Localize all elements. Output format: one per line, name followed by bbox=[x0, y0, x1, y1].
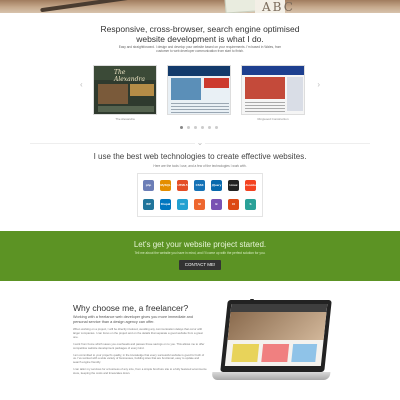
tech-logo-label: Joomla bbox=[245, 183, 256, 187]
chevron-right-icon[interactable]: › bbox=[317, 80, 320, 89]
tech-title: I use the best web technologies to creat… bbox=[93, 152, 307, 161]
slider-dot[interactable] bbox=[194, 126, 197, 129]
why-paragraph: When working on a project, I will be dir… bbox=[73, 327, 203, 339]
laptop-mockup bbox=[211, 300, 332, 400]
tech-logo-label: Linux bbox=[229, 183, 238, 187]
generic-icon: S bbox=[245, 199, 256, 210]
pencil-graphic bbox=[40, 0, 130, 13]
why-lead: Working with a freelance web developer g… bbox=[73, 315, 194, 324]
slide-caption: Ringwood Construction bbox=[257, 117, 289, 121]
slide-thumbnail[interactable] bbox=[167, 65, 231, 115]
slider-dot[interactable] bbox=[180, 126, 183, 129]
slide-thumbnail[interactable]: The Alexandra bbox=[93, 65, 157, 115]
hero-banner: ABC bbox=[0, 0, 400, 13]
slide-caption: The Alexandra bbox=[115, 117, 135, 121]
chevron-left-icon[interactable]: ‹ bbox=[80, 80, 83, 89]
tech-logo-label: Drupal bbox=[160, 202, 171, 206]
slider-dot[interactable] bbox=[201, 126, 204, 129]
why-paragraph: I can tailor my services for a business … bbox=[73, 367, 207, 376]
html5-icon: HTML5 bbox=[177, 180, 188, 191]
tech-logo-label: WP bbox=[146, 202, 151, 206]
magento-icon: M bbox=[194, 199, 205, 210]
tech-logo-label: B bbox=[215, 202, 218, 206]
slider-dot[interactable] bbox=[215, 126, 218, 129]
tech-logo-label: S bbox=[249, 202, 252, 206]
opencart-icon: OC bbox=[177, 199, 188, 210]
codeigniter-icon: CI bbox=[228, 199, 239, 210]
slide-site-title: The Alexandra bbox=[114, 69, 145, 83]
portfolio-slide[interactable]: Ringwood Construction bbox=[241, 65, 305, 123]
css3-icon: CSS3 bbox=[194, 180, 205, 191]
tech-logo-label: MySQL bbox=[160, 183, 171, 187]
slider-pagination bbox=[180, 126, 218, 129]
tech-logos-panel: php MySQL HTML5 CSS3 jQuery Linux Joomla WP Drup… bbox=[137, 173, 263, 217]
slider-dot[interactable] bbox=[187, 126, 190, 129]
why-body: When working on a project, I will be dir… bbox=[73, 327, 208, 379]
slide-thumbnail[interactable] bbox=[241, 65, 305, 115]
tech-logo-label: M bbox=[198, 202, 201, 206]
tech-logo-label: jQuery bbox=[211, 183, 222, 187]
joomla-icon: Joomla bbox=[245, 180, 256, 191]
tech-logo-label: OC bbox=[180, 202, 185, 206]
wordpress-icon: WP bbox=[143, 199, 154, 210]
hero-letters: ABC bbox=[262, 0, 295, 13]
contact-me-button[interactable]: CONTACT ME! bbox=[179, 260, 221, 270]
chevron-down-icon: ⌄ bbox=[195, 138, 205, 148]
linux-icon: Linux bbox=[228, 180, 239, 191]
cta-title: Let's get your website project started. bbox=[133, 240, 267, 249]
why-paragraph: I am committed to your project's quality… bbox=[73, 352, 205, 365]
intro-text: Easy and straightforward. I design and d… bbox=[118, 45, 282, 54]
cta-subtitle: Tell me about the website you have in mi… bbox=[134, 251, 266, 255]
slider-dot[interactable] bbox=[208, 126, 211, 129]
why-title: Why choose me, a freelancer? bbox=[73, 303, 189, 313]
why-paragraph: I work from home which saves you overhea… bbox=[73, 341, 205, 350]
php-icon: php bbox=[143, 180, 154, 191]
bootstrap-icon: B bbox=[211, 199, 222, 210]
tech-logo-label: CI bbox=[232, 202, 235, 206]
mysql-icon: MySQL bbox=[160, 180, 171, 191]
tech-logo-label: HTML5 bbox=[177, 183, 188, 187]
portfolio-slide[interactable] bbox=[167, 65, 231, 123]
portfolio-slide[interactable]: The Alexandra The Alexandra bbox=[93, 65, 157, 123]
tech-logo-label: php bbox=[145, 183, 152, 187]
intro-title: Responsive, cross-browser, search engine… bbox=[100, 24, 300, 44]
jquery-icon: jQuery bbox=[211, 180, 222, 191]
tech-logo-label: CSS3 bbox=[195, 183, 204, 187]
drupal-icon: Drupal bbox=[160, 199, 171, 210]
portfolio-slider: ‹ The Alexandra The Alexandra Ringwood C… bbox=[80, 62, 320, 132]
cta-banner bbox=[0, 231, 400, 281]
tech-subtitle: Here are the tools I use, and a few of t… bbox=[153, 164, 247, 168]
